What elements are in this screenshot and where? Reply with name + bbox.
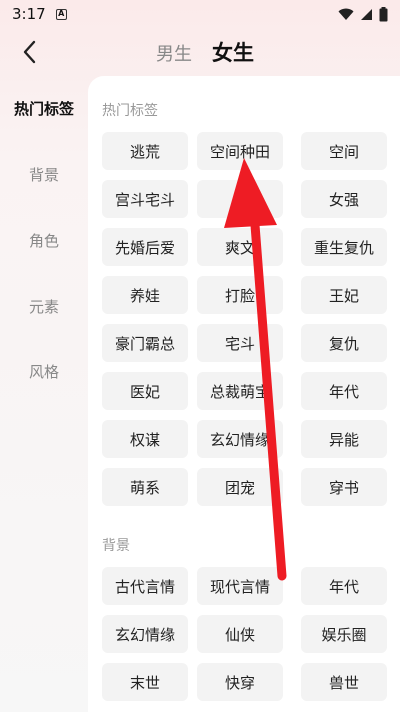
- tag-item[interactable]: 末世: [102, 663, 188, 701]
- tag-item[interactable]: 豪门霸总: [102, 324, 188, 362]
- tag-item[interactable]: 古代言情: [102, 567, 188, 605]
- sidebar-item-style[interactable]: 风格: [0, 361, 88, 382]
- tag-item[interactable]: 兽世: [301, 663, 387, 701]
- status-bar: 3:17 A: [0, 0, 400, 28]
- status-icons: [338, 6, 388, 22]
- back-button[interactable]: [14, 36, 46, 68]
- tag-item[interactable]: 穿书: [301, 468, 387, 506]
- tag-item[interactable]: 重生复仇: [301, 228, 387, 266]
- chevron-left-icon: [23, 40, 36, 64]
- tag-item[interactable]: 空间: [301, 132, 387, 170]
- tag-item[interactable]: 先婚后爱: [102, 228, 188, 266]
- sidebar-item-role[interactable]: 角色: [0, 230, 88, 251]
- tag-item[interactable]: 总裁萌宝: [197, 372, 283, 410]
- tag-item[interactable]: 医妃: [102, 372, 188, 410]
- tag-item[interactable]: 宅斗: [197, 324, 283, 362]
- status-time: 3:17: [12, 5, 46, 23]
- sidebar-item-background[interactable]: 背景: [0, 164, 88, 185]
- tag-item[interactable]: 异能: [301, 420, 387, 458]
- tag-item[interactable]: 逃荒: [102, 132, 188, 170]
- tag-item[interactable]: 女强: [301, 180, 387, 218]
- sidebar-item-element[interactable]: 元素: [0, 296, 88, 317]
- tag-item[interactable]: 宫斗宅斗: [102, 180, 188, 218]
- tag-item[interactable]: 闪: [197, 180, 283, 218]
- cell-signal-icon: [361, 8, 372, 20]
- section-title-background: 背景: [102, 538, 130, 554]
- tag-item[interactable]: 玄幻情缘: [197, 420, 283, 458]
- tag-item[interactable]: 玄幻情缘: [102, 615, 188, 653]
- tag-item[interactable]: 团宠: [197, 468, 283, 506]
- tag-item[interactable]: 爽文: [197, 228, 283, 266]
- tag-item[interactable]: 快穿: [197, 663, 283, 701]
- section-title-hot-tags: 热门标签: [102, 103, 158, 119]
- tag-item[interactable]: 萌系: [102, 468, 188, 506]
- sidebar-item-hot-tags[interactable]: 热门标签: [0, 98, 88, 119]
- notification-app-icon: A: [55, 8, 67, 20]
- tag-item[interactable]: 王妃: [301, 276, 387, 314]
- tag-item[interactable]: 现代言情: [197, 567, 283, 605]
- tag-item[interactable]: 娱乐圈: [301, 615, 387, 653]
- tag-item[interactable]: 养娃: [102, 276, 188, 314]
- nav-bar: 男生 女生: [0, 28, 400, 76]
- tab-male[interactable]: 男生: [156, 40, 192, 66]
- tab-female[interactable]: 女生: [212, 37, 254, 67]
- tag-item[interactable]: 空间种田: [197, 132, 283, 170]
- tag-item[interactable]: 年代: [301, 567, 387, 605]
- wifi-icon: [338, 8, 354, 20]
- tag-item[interactable]: 权谋: [102, 420, 188, 458]
- tag-item[interactable]: 打脸: [197, 276, 283, 314]
- tag-item[interactable]: 复仇: [301, 324, 387, 362]
- battery-icon: [379, 6, 388, 21]
- tag-item[interactable]: 年代: [301, 372, 387, 410]
- tag-panel: 热门标签 逃荒 空间种田 空间 宫斗宅斗 闪 女强 先婚后爱 爽文 重生复仇 养…: [88, 76, 400, 712]
- tag-item[interactable]: 仙侠: [197, 615, 283, 653]
